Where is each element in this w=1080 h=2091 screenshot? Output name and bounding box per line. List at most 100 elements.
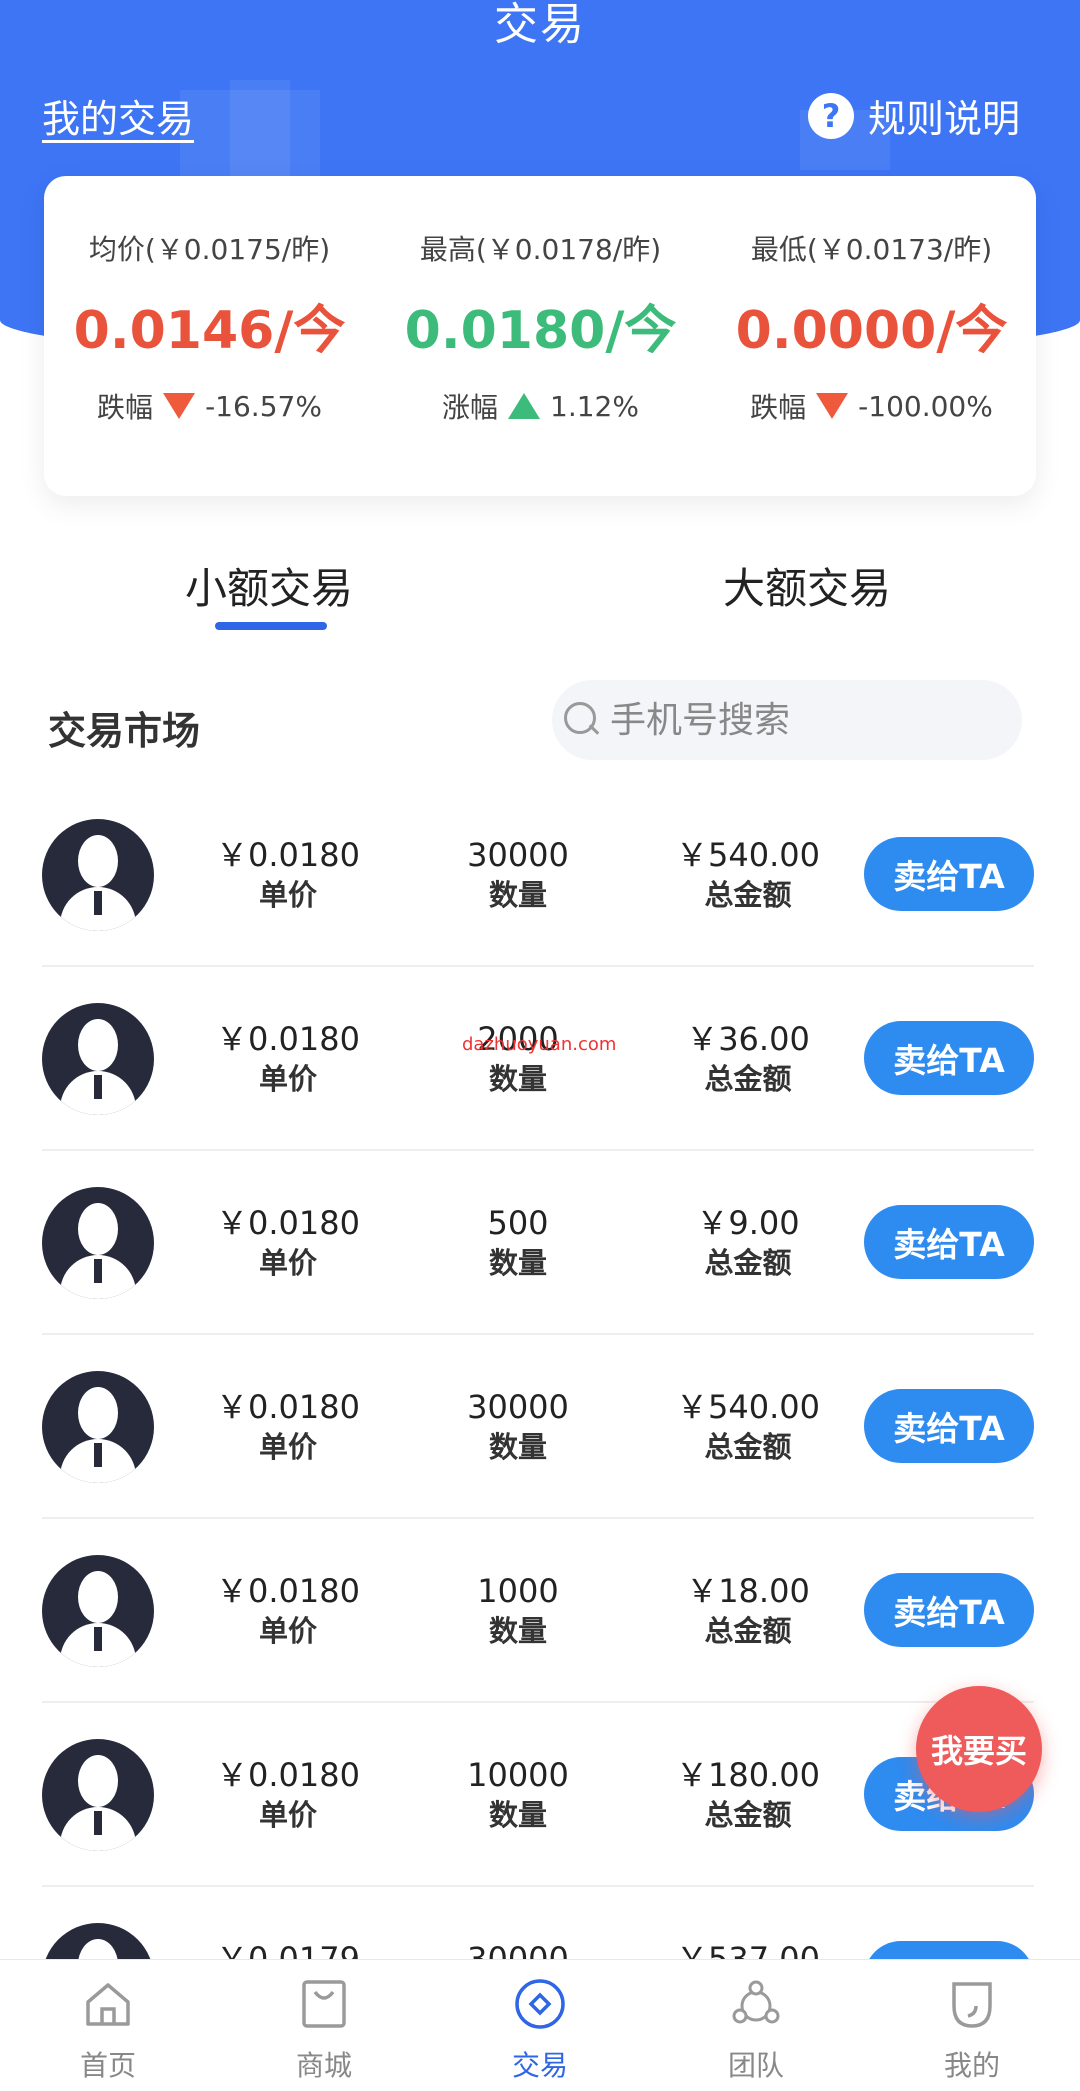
tab-large-trade[interactable]: 大额交易	[723, 555, 891, 616]
avatar	[42, 819, 154, 931]
tab-mall[interactable]: 商城	[216, 1960, 432, 2091]
qty-cell: 500 数量	[428, 1203, 608, 1283]
search-box[interactable]	[552, 680, 1022, 760]
price-label: 单价	[258, 1062, 317, 1096]
stat-value: 0.0146/今	[73, 301, 346, 361]
stat-high: 最高(￥0.0178/昨) 0.0180/今 涨幅 1.12%	[375, 176, 706, 496]
tab-trade[interactable]: 交易	[432, 1960, 648, 2091]
avatar	[42, 1371, 154, 1483]
stat-label: 最高(￥0.0178/昨)	[419, 233, 662, 266]
qty-label: 数量	[488, 1062, 547, 1096]
market-title: 交易市场	[48, 709, 201, 753]
price-value: ￥0.0180	[216, 1756, 360, 1794]
avatar	[42, 1555, 154, 1667]
my-trades-link[interactable]: 我的交易	[42, 88, 194, 143]
price-cell: ￥0.0180 单价	[198, 1755, 378, 1835]
total-value: ￥18.00	[686, 1572, 810, 1610]
total-label: 总金额	[704, 1614, 792, 1648]
total-label: 总金额	[704, 1798, 792, 1832]
qty-value: 1000	[477, 1572, 559, 1610]
total-cell: ￥540.00 总金额	[658, 835, 838, 915]
profile-icon	[952, 1982, 992, 2028]
search-icon	[562, 700, 602, 740]
watermark-text: dazhuoyuan.com	[462, 1034, 617, 1055]
total-value: ￥540.00	[676, 836, 820, 874]
tab-small-trade[interactable]: 小额交易	[185, 555, 353, 616]
total-label: 总金额	[704, 1246, 792, 1280]
sell-button[interactable]: 卖给TA	[864, 1205, 1034, 1279]
list-item: ￥0.0180 单价 2000 数量 ￥36.00 总金额 卖给TA	[0, 967, 1080, 1151]
total-label: 总金额	[704, 878, 792, 912]
price-value: ￥0.0179	[216, 1940, 360, 1959]
total-value: ￥36.00	[686, 1020, 810, 1058]
tab-home[interactable]: 首页	[0, 1960, 216, 2091]
qty-value: 10000	[467, 1756, 569, 1794]
price-cell: ￥0.0180 单价	[198, 1203, 378, 1283]
list-item: ￥0.0180 单价 30000 数量 ￥540.00 总金额 卖给TA	[0, 1335, 1080, 1519]
price-stats-card: 均价(￥0.0175/昨) 0.0146/今 跌幅 -16.57% 最高(￥0.…	[44, 176, 1036, 496]
price-value: ￥0.0180	[216, 1020, 360, 1058]
price-cell: ￥0.0180 单价	[198, 1387, 378, 1467]
tab-label: 交易	[511, 2049, 568, 2082]
sell-button[interactable]: 卖给TA	[864, 1941, 1034, 1959]
price-value: ￥0.0180	[216, 836, 360, 874]
price-value: ￥0.0180	[216, 1572, 360, 1610]
sell-button[interactable]: 卖给TA	[864, 1573, 1034, 1647]
tab-label: 团队	[727, 2049, 784, 2082]
bottom-tab-bar: 首页 商城 交易 团队 我的	[0, 1959, 1080, 2091]
list-item: ￥0.0180 单价 30000 数量 ￥540.00 总金额 卖给TA	[0, 783, 1080, 967]
list-item: ￥0.0180 单价 1000 数量 ￥18.00 总金额 卖给TA	[0, 1519, 1080, 1703]
price-label: 单价	[258, 1246, 317, 1280]
change-value: -16.57%	[205, 389, 322, 423]
total-cell: ￥36.00 总金额	[658, 1019, 838, 1099]
stat-change: 涨幅 1.12%	[375, 386, 706, 426]
rules-button[interactable]: ? 规则说明	[807, 88, 1020, 143]
qty-label: 数量	[488, 1430, 547, 1464]
qty-cell: 2000 数量	[428, 1019, 608, 1099]
trade-icon	[515, 1979, 565, 2029]
tab-label: 我的	[943, 2049, 1000, 2082]
qty-value: 30000	[467, 1388, 569, 1426]
search-input[interactable]	[608, 698, 992, 742]
qty-value: 30000	[467, 1940, 569, 1959]
price-value: ￥0.0180	[216, 1388, 360, 1426]
qty-value: 30000	[467, 836, 569, 874]
change-label: 跌幅	[750, 391, 807, 424]
help-icon: ?	[807, 92, 854, 139]
total-cell: ￥180.00 总金额	[658, 1755, 838, 1835]
qty-cell: 30000 数量	[428, 835, 608, 915]
price-label: 单价	[258, 1798, 317, 1832]
tab-team[interactable]: 团队	[648, 1960, 864, 2091]
qty-cell: 1000 数量	[428, 1571, 608, 1651]
sell-button[interactable]: 卖给TA	[864, 1021, 1034, 1095]
order-list[interactable]: ￥0.0180 单价 30000 数量 ￥540.00 总金额 卖给TA ￥0.…	[0, 783, 1080, 1959]
sell-button[interactable]: 卖给TA	[864, 1389, 1034, 1463]
total-cell: ￥9.00 总金额	[658, 1203, 838, 1283]
stat-change: 跌幅 -100.00%	[706, 386, 1037, 426]
total-value: ￥9.00	[696, 1204, 800, 1242]
avatar	[42, 1739, 154, 1851]
total-label: 总金额	[704, 1430, 792, 1464]
down-arrow-icon	[816, 393, 849, 419]
bag-icon	[302, 1980, 346, 2028]
down-arrow-icon	[163, 393, 196, 419]
stat-average: 均价(￥0.0175/昨) 0.0146/今 跌幅 -16.57%	[44, 176, 375, 496]
total-label: 总金额	[704, 1062, 792, 1096]
price-cell: ￥0.0180 单价	[198, 1571, 378, 1651]
price-cell: ￥0.0180 单价	[198, 1019, 378, 1099]
price-cell: ￥0.0180 单价	[198, 835, 378, 915]
qty-cell: 30000 数量	[428, 1939, 608, 1959]
change-label: 涨幅	[442, 391, 499, 424]
page-title: 交易	[494, 0, 586, 50]
qty-label: 数量	[488, 1614, 547, 1648]
sell-button[interactable]: 卖给TA	[864, 837, 1034, 911]
avatar	[42, 1003, 154, 1115]
qty-label: 数量	[488, 1246, 547, 1280]
qty-label: 数量	[488, 1798, 547, 1832]
stat-value: 0.0180/今	[404, 301, 677, 361]
stat-low: 最低(￥0.0173/昨) 0.0000/今 跌幅 -100.00%	[706, 176, 1037, 496]
tab-mine[interactable]: 我的	[864, 1960, 1080, 2091]
price-label: 单价	[258, 1430, 317, 1464]
buy-float-button[interactable]: 我要买	[916, 1686, 1042, 1812]
price-cell: ￥0.0179 单价	[198, 1939, 378, 1959]
